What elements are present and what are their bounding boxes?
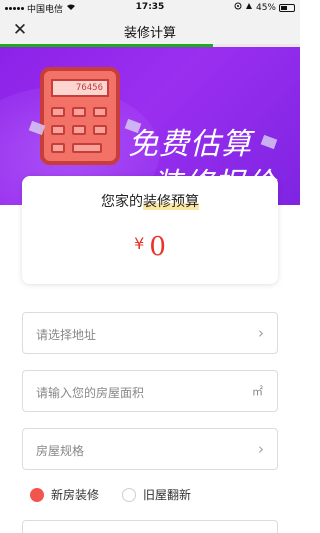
calculator-illustration: 76456: [40, 67, 120, 165]
sparkle-decoration: [260, 134, 278, 150]
status-bar: 中国电信 17:35 45%: [0, 0, 300, 16]
currency-symbol: ¥: [134, 234, 145, 253]
next-field[interactable]: [22, 520, 278, 533]
calculator-key: [72, 107, 86, 117]
address-placeholder: 请选择地址: [36, 328, 97, 342]
radio-old-house-label: 旧屋翻新: [143, 488, 192, 502]
calculator-key: [72, 143, 102, 153]
area-unit: ㎡: [252, 385, 263, 398]
alarm-icon: [245, 2, 253, 13]
radio-old-house[interactable]: 旧屋翻新: [122, 486, 191, 503]
nav-bar: ✕ 装修计算: [0, 16, 300, 44]
budget-title-highlight: 装修预算: [143, 194, 199, 210]
budget-title-prefix: 您家的: [101, 194, 143, 210]
location-icon: [234, 2, 242, 13]
layout-placeholder: 房屋规格: [36, 444, 85, 458]
chevron-right-icon: ›: [258, 324, 264, 342]
battery-icon: [279, 3, 295, 12]
calculator-key: [51, 125, 65, 135]
address-select[interactable]: 请选择地址 ›: [22, 312, 278, 354]
area-input[interactable]: 请输入您的房屋面积 ㎡: [22, 370, 278, 412]
chevron-right-icon: ›: [258, 440, 264, 458]
radio-selected-icon: [30, 487, 44, 502]
calculator-key: [93, 125, 107, 135]
budget-amount: ¥ 0: [22, 232, 278, 262]
calculator-key: [51, 107, 65, 117]
house-layout-select[interactable]: 房屋规格 ›: [22, 428, 278, 470]
area-placeholder: 请输入您的房屋面积: [36, 386, 145, 400]
page-title: 装修计算: [123, 26, 176, 41]
budget-card: 您家的装修预算 ¥ 0: [22, 176, 278, 284]
radio-new-house-label: 新房装修: [51, 488, 100, 502]
banner-headline-1: 免费估算: [128, 127, 252, 162]
battery-percent: 45%: [255, 2, 276, 13]
calculator-key: [72, 125, 86, 135]
house-type-radio-group: 新房装修 旧屋翻新: [22, 486, 278, 506]
radio-unselected-icon: [122, 487, 136, 502]
calculator-key: [51, 143, 65, 153]
calculator-key: [93, 107, 107, 117]
budget-title: 您家的装修预算: [22, 191, 278, 211]
radio-new-house[interactable]: 新房装修: [30, 486, 99, 503]
calculator-display: 76456: [51, 79, 109, 97]
budget-value: 0: [149, 232, 166, 262]
